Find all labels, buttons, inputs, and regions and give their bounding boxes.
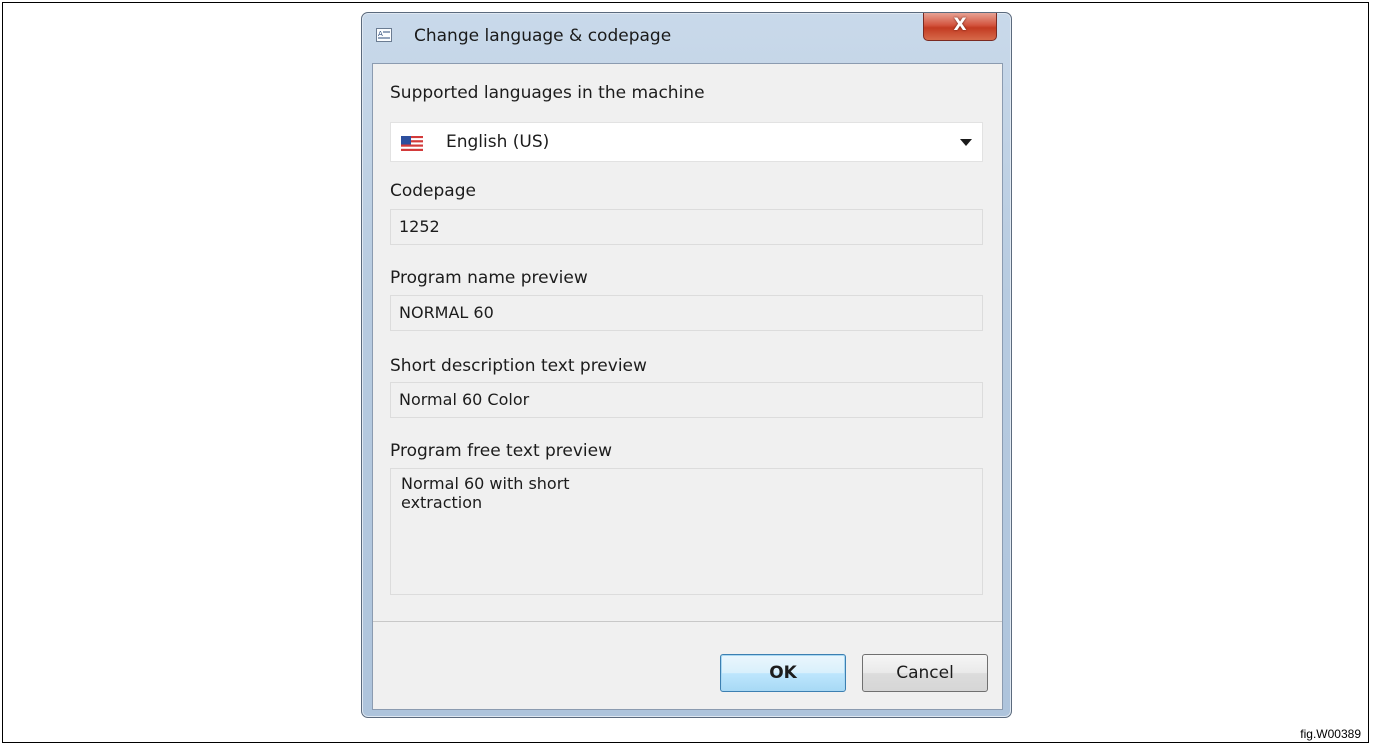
us-flag-icon: [401, 136, 423, 151]
close-button[interactable]: X: [923, 13, 997, 41]
figure-caption: fig.W00389: [1300, 727, 1361, 741]
short-description-field[interactable]: Normal 60 Color: [390, 382, 983, 418]
free-text-label: Program free text preview: [390, 441, 613, 461]
language-selected-value: English (US): [446, 132, 550, 152]
dialog-content: Supported languages in the machine Engli…: [372, 63, 1003, 710]
close-icon: X: [953, 15, 967, 35]
short-description-label: Short description text preview: [390, 356, 647, 376]
dialog-title: Change language & codepage: [414, 26, 672, 46]
program-name-field[interactable]: NORMAL 60: [390, 295, 983, 331]
free-text-field[interactable]: Normal 60 with short extraction: [390, 468, 983, 595]
app-window-icon: A: [376, 28, 392, 42]
cancel-button[interactable]: Cancel: [862, 654, 988, 692]
title-bar[interactable]: A Change language & codepage X: [362, 13, 1011, 63]
language-dropdown[interactable]: English (US): [390, 122, 983, 162]
program-name-label: Program name preview: [390, 268, 588, 288]
codepage-field[interactable]: 1252: [390, 209, 983, 245]
ok-button[interactable]: OK: [720, 654, 846, 692]
svg-text:A: A: [378, 30, 383, 38]
divider: [373, 621, 1002, 622]
codepage-label: Codepage: [390, 181, 476, 201]
language-label: Supported languages in the machine: [390, 83, 705, 103]
chevron-down-icon[interactable]: [960, 139, 972, 146]
dialog-window: A Change language & codepage X Supported…: [361, 12, 1012, 718]
